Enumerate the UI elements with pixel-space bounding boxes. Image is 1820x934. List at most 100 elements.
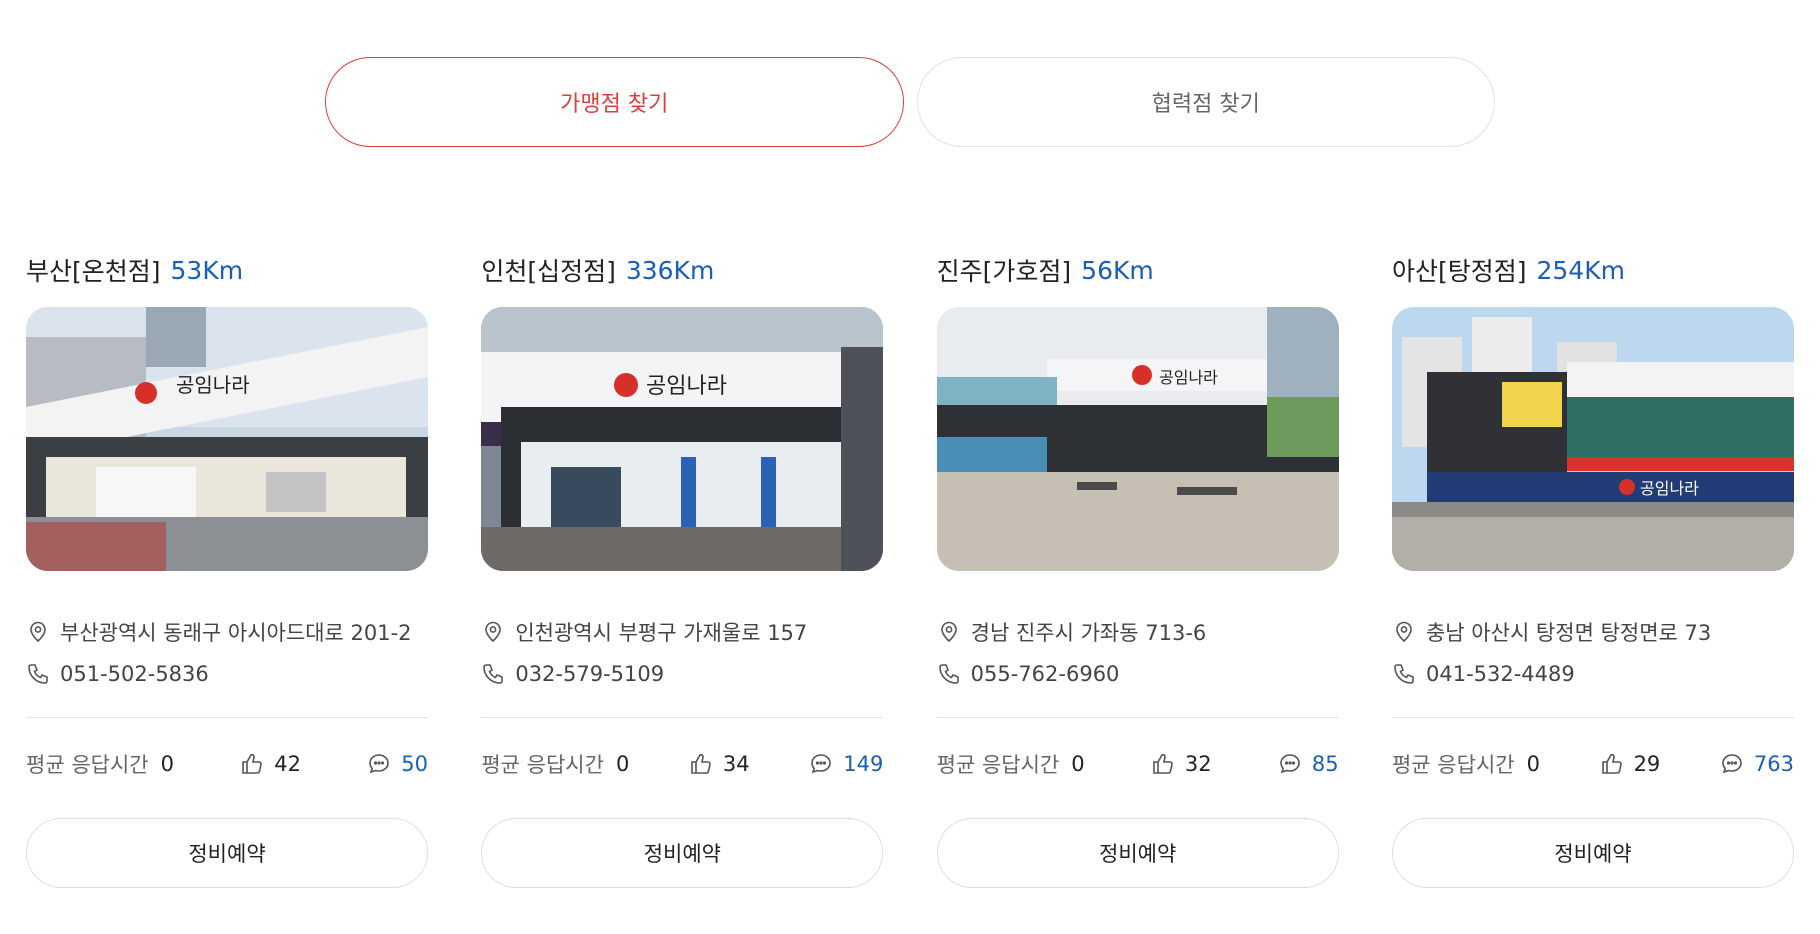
signage-text: 공임나라 bbox=[1640, 479, 1699, 498]
divider bbox=[481, 717, 884, 718]
phone-icon bbox=[1394, 664, 1414, 684]
comment-value: 149 bbox=[843, 752, 884, 776]
phone-icon bbox=[28, 664, 48, 684]
like-count[interactable]: 32 bbox=[1151, 752, 1212, 776]
chat-bubble-icon bbox=[1280, 754, 1300, 774]
signage-text: 공임나라 bbox=[176, 373, 250, 397]
phone-row: 055-762-6960 bbox=[937, 653, 1339, 695]
store-title[interactable]: 진주[가호점] 56Km bbox=[937, 250, 1339, 290]
phone-icon bbox=[938, 664, 959, 684]
thumbs-up-icon bbox=[1601, 753, 1622, 774]
store-card-list: 부산[온천점] 53Km 공임나라 부산광역시 동래구 아시아드대로 201-2… bbox=[26, 250, 1794, 888]
phone-row: 032-579-5109 bbox=[481, 653, 883, 695]
response-time: 평균 응답시간 0 bbox=[937, 749, 1085, 779]
store-name: 진주[가호점] bbox=[936, 257, 1072, 286]
store-phone[interactable]: 051-502-5836 bbox=[60, 662, 209, 686]
store-distance: 56Km bbox=[1081, 255, 1154, 285]
divider bbox=[936, 717, 1339, 718]
location-pin-icon bbox=[940, 621, 957, 643]
store-stats: 평균 응답시간 0 34 149 bbox=[481, 748, 883, 780]
store-distance: 53Km bbox=[170, 255, 244, 285]
store-phone[interactable]: 032-579-5109 bbox=[515, 662, 664, 686]
store-address: 인천광역시 부평구 가재울로 157 bbox=[515, 621, 808, 645]
response-time-label: 평균 응답시간 bbox=[481, 753, 604, 777]
like-value: 29 bbox=[1633, 752, 1661, 776]
comment-count[interactable]: 763 bbox=[1720, 752, 1794, 776]
reserve-button[interactable]: 정비예약 bbox=[26, 818, 428, 888]
chat-bubble-icon bbox=[369, 754, 390, 774]
store-photo[interactable]: 공임나라 bbox=[26, 307, 428, 571]
divider bbox=[1391, 717, 1794, 718]
store-title[interactable]: 부산[온천점] 53Km bbox=[26, 250, 428, 290]
like-value: 42 bbox=[274, 752, 301, 776]
store-photo[interactable]: 공임나라 bbox=[936, 307, 1339, 571]
store-card: 인천[십정점] 336Km 공임나라 인천광역시 부평구 가재울로 157 03… bbox=[481, 250, 884, 888]
location-pin-icon bbox=[485, 621, 502, 643]
response-time-value: 0 bbox=[615, 752, 630, 776]
reserve-button[interactable]: 정비예약 bbox=[936, 818, 1339, 888]
store-phone[interactable]: 041-532-4489 bbox=[1426, 662, 1575, 686]
signage-text: 공임나라 bbox=[1159, 368, 1218, 387]
like-count[interactable]: 34 bbox=[689, 752, 750, 776]
thumbs-up-icon bbox=[691, 753, 711, 774]
store-stats: 평균 응답시간 0 29 763 bbox=[1392, 748, 1794, 780]
phone-icon bbox=[483, 664, 504, 684]
store-name: 부산[온천점] bbox=[26, 257, 161, 286]
comment-value: 85 bbox=[1311, 752, 1339, 776]
store-phone[interactable]: 055-762-6960 bbox=[971, 662, 1120, 686]
store-distance: 336Km bbox=[625, 255, 715, 285]
response-time: 평균 응답시간 0 bbox=[481, 749, 629, 779]
phone-row: 041-532-4489 bbox=[1392, 653, 1794, 695]
store-distance: 254Km bbox=[1536, 255, 1625, 285]
store-card: 진주[가호점] 56Km 공임나라 경남 진주시 가좌동 713-6 055-7… bbox=[936, 250, 1339, 888]
comment-value: 50 bbox=[401, 752, 428, 776]
store-type-tabs: 가맹점 찾기 협력점 찾기 bbox=[325, 57, 1495, 147]
store-address: 부산광역시 동래구 아시아드대로 201-2 bbox=[60, 621, 412, 645]
response-time-value: 0 bbox=[160, 752, 174, 776]
response-time: 평균 응답시간 0 bbox=[26, 749, 174, 779]
like-value: 34 bbox=[722, 752, 750, 776]
like-value: 32 bbox=[1184, 752, 1212, 776]
store-title[interactable]: 인천[십정점] 336Km bbox=[481, 250, 883, 290]
store-address: 충남 아산시 탕정면 탕정면로 73 bbox=[1425, 621, 1712, 645]
tab-partner[interactable]: 협력점 찾기 bbox=[916, 57, 1495, 147]
thumbs-up-icon bbox=[242, 753, 263, 774]
store-card: 부산[온천점] 53Km 공임나라 부산광역시 동래구 아시아드대로 201-2… bbox=[26, 250, 428, 888]
location-pin-icon bbox=[30, 621, 46, 643]
comment-count[interactable]: 149 bbox=[809, 752, 883, 776]
tab-franchise[interactable]: 가맹점 찾기 bbox=[325, 57, 904, 147]
store-stats: 평균 응답시간 0 32 85 bbox=[937, 748, 1339, 780]
store-photo[interactable]: 공임나라 bbox=[481, 307, 884, 571]
reserve-button[interactable]: 정비예약 bbox=[481, 818, 884, 888]
address-row: 충남 아산시 탕정면 탕정면로 73 bbox=[1392, 611, 1794, 653]
address-row: 부산광역시 동래구 아시아드대로 201-2 bbox=[26, 611, 428, 653]
chat-bubble-icon bbox=[811, 754, 832, 774]
address-row: 경남 진주시 가좌동 713-6 bbox=[937, 611, 1339, 653]
response-time-value: 0 bbox=[1071, 752, 1085, 776]
address-row: 인천광역시 부평구 가재울로 157 bbox=[481, 611, 883, 653]
thumbs-up-icon bbox=[1153, 753, 1173, 774]
response-time-label: 평균 응답시간 bbox=[1391, 753, 1515, 777]
store-photo[interactable]: 공임나라 bbox=[1391, 307, 1794, 571]
chat-bubble-icon bbox=[1722, 754, 1742, 774]
phone-row: 051-502-5836 bbox=[26, 653, 428, 695]
response-time: 평균 응답시간 0 bbox=[1392, 749, 1540, 779]
store-address: 경남 진주시 가좌동 713-6 bbox=[970, 621, 1207, 645]
signage-text: 공임나라 bbox=[646, 374, 727, 399]
store-title[interactable]: 아산[탕정점] 254Km bbox=[1392, 250, 1794, 290]
response-time-label: 평균 응답시간 bbox=[936, 753, 1060, 777]
location-pin-icon bbox=[1396, 621, 1412, 643]
like-count[interactable]: 42 bbox=[240, 752, 301, 776]
comment-count[interactable]: 50 bbox=[367, 752, 428, 776]
response-time-label: 평균 응답시간 bbox=[26, 753, 149, 777]
reserve-button[interactable]: 정비예약 bbox=[1391, 818, 1794, 888]
like-count[interactable]: 29 bbox=[1600, 752, 1661, 776]
store-name: 인천[십정점] bbox=[481, 257, 616, 286]
store-card: 아산[탕정점] 254Km 공임나라 충남 아산시 탕정면 탕정면로 73 04… bbox=[1391, 250, 1794, 888]
response-time-value: 0 bbox=[1526, 752, 1540, 776]
divider bbox=[26, 717, 428, 718]
comment-value: 763 bbox=[1753, 752, 1794, 776]
store-stats: 평균 응답시간 0 42 50 bbox=[26, 748, 428, 780]
store-name: 아산[탕정점] bbox=[1391, 257, 1527, 286]
comment-count[interactable]: 85 bbox=[1278, 752, 1339, 776]
